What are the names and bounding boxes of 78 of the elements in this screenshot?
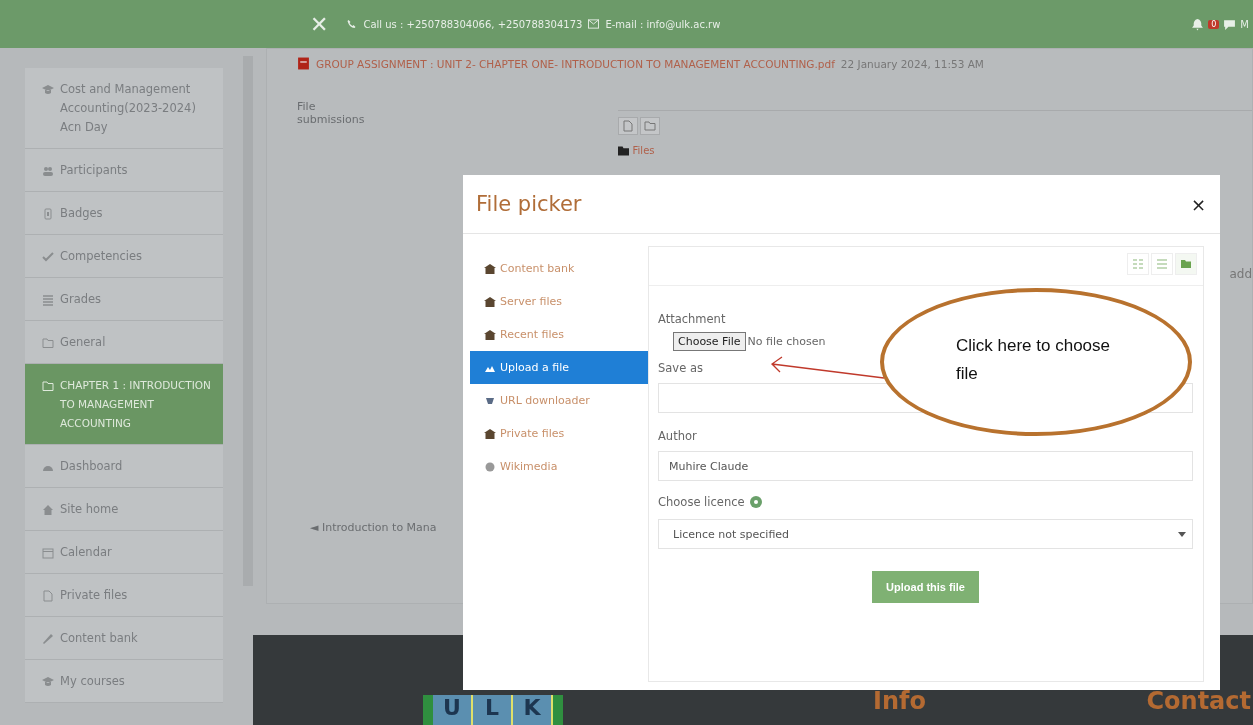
previous-activity-link[interactable]: ◄ Introduction to Mana — [310, 521, 437, 534]
repository-item[interactable]: Wikimedia — [470, 450, 648, 483]
pen-icon — [42, 633, 54, 645]
sidebar-item[interactable]: Dashboard — [25, 445, 223, 488]
choose-file-button[interactable]: Choose File — [673, 332, 746, 351]
licence-label: Choose licence — [658, 495, 745, 509]
cap-icon — [42, 84, 54, 96]
sidebar-item[interactable]: Competencies — [25, 235, 223, 278]
tree-view-button[interactable] — [1175, 253, 1197, 275]
logo-drawing: U L K — [423, 695, 563, 725]
sidebar-item[interactable]: Grades — [25, 278, 223, 321]
sidebar-item[interactable]: Private files — [25, 574, 223, 617]
repository-item[interactable]: Private files — [470, 417, 648, 450]
caret-icon — [1178, 531, 1186, 537]
sidebar-item[interactable]: My courses — [25, 660, 223, 703]
sidebar-item[interactable]: Badges — [25, 192, 223, 235]
callout-text: Click here to choose file — [956, 335, 1112, 385]
sidebar-item[interactable]: General — [25, 321, 223, 364]
files-folder-link[interactable]: Files — [632, 145, 655, 156]
licence-select[interactable]: Licence not specified — [658, 519, 1193, 549]
repository-item[interactable]: Content bank — [470, 252, 648, 285]
notification-count: 0 — [1208, 19, 1220, 29]
upload-button[interactable]: Upload this file — [872, 571, 979, 603]
house-icon — [484, 329, 496, 340]
close-button[interactable]: × — [1190, 193, 1206, 215]
list-icon — [1156, 259, 1168, 269]
folder-icon — [42, 337, 54, 349]
attachment-date: 22 January 2024, 11:53 AM — [840, 57, 984, 70]
grid-icon — [1132, 259, 1144, 269]
create-folder-icon[interactable] — [639, 117, 660, 135]
sidebar-item[interactable]: Participants — [25, 149, 223, 192]
badge-icon — [42, 208, 54, 220]
attachment-label: Attachment — [658, 312, 726, 326]
icons-view-button[interactable] — [1127, 253, 1149, 275]
contact-email-text: E-mail : info@ulk.ac.rw — [605, 18, 721, 30]
sidebar-item[interactable]: Cost and Management Accounting(2023-2024) Acn Day — [25, 68, 223, 149]
help-icon[interactable] — [749, 496, 762, 508]
info-heading: Info — [873, 687, 926, 715]
attachment-link[interactable]: GROUP ASSIGNMENT : UNIT 2- CHAPTER ONE- INTRODUCTION TO MANAGEMENT ACCOUNTING.pdf — [316, 57, 835, 70]
close-menu-button[interactable]: ✕ — [310, 11, 329, 37]
house-icon — [484, 428, 496, 439]
sidebar-item[interactable]: Site home — [25, 488, 223, 531]
check-icon — [42, 251, 54, 263]
sidebar-item[interactable]: Calendar — [25, 531, 223, 574]
repository-item[interactable]: Recent files — [470, 318, 648, 351]
table-icon — [42, 294, 54, 306]
list-view-button[interactable] — [1151, 253, 1173, 275]
dialog-title: File picker — [476, 192, 582, 216]
pdf-file-icon — [297, 57, 310, 70]
folder-icon — [1180, 259, 1192, 269]
file-submissions-label: File submissions — [297, 100, 366, 128]
author-field[interactable]: Muhire Claude — [658, 451, 1193, 481]
house-icon — [484, 296, 496, 307]
sidebar-item[interactable]: CHAPTER 1 : INTRODUCTION TO MANAGEMENT ACCOUNTING — [25, 364, 223, 445]
phone-icon — [346, 19, 358, 29]
house-icon — [484, 263, 496, 274]
envelope-icon — [588, 19, 600, 29]
save-as-label: Save as — [658, 361, 703, 375]
repository-item[interactable]: Upload a file — [470, 351, 648, 384]
calendar-icon — [42, 547, 54, 559]
file-icon — [42, 590, 54, 602]
folder-icon — [617, 145, 629, 156]
bell-icon[interactable] — [1191, 17, 1205, 31]
sidebar-item[interactable]: Content bank — [25, 617, 223, 660]
contact-heading: Contact — [1146, 687, 1251, 715]
author-label: Author — [658, 429, 697, 443]
add-file-icon[interactable] — [617, 117, 638, 135]
user-name[interactable]: M — [1240, 18, 1249, 30]
no-file-chosen-text: No file chosen — [747, 335, 826, 348]
chat-icon[interactable] — [1223, 17, 1237, 31]
repository-item[interactable]: URL downloader — [470, 384, 648, 417]
home-icon — [42, 504, 54, 516]
repository-item[interactable]: Server files — [470, 285, 648, 318]
folder-icon — [42, 380, 54, 392]
people-icon — [42, 165, 54, 177]
add-text: add — [1229, 267, 1252, 281]
cap-icon — [42, 676, 54, 688]
contact-phone-text: Call us : +250788304066, +250788304173 — [363, 18, 583, 30]
